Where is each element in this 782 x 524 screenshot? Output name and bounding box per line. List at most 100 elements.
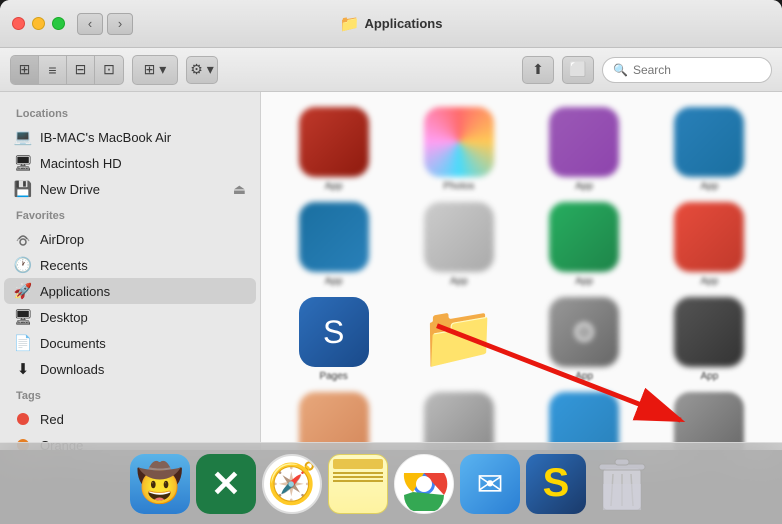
app-name: App (700, 371, 718, 382)
notes-line (333, 472, 383, 474)
list-item[interactable]: S Pages (276, 297, 391, 382)
content-area: App Photos App App App (261, 92, 782, 450)
sidebar-item-desktop[interactable]: 🖥 Desktop (4, 304, 256, 330)
list-item[interactable]: App (276, 107, 391, 192)
app-name: App (325, 181, 343, 192)
list-view-button[interactable]: ≡ (39, 56, 67, 84)
list-item[interactable]: App (652, 202, 767, 287)
sidebar-item-macintosh[interactable]: 🖥 Macintosh HD (4, 150, 256, 176)
resize-icon: ⬜ (569, 61, 586, 78)
app-icon: ⚙ (549, 297, 619, 367)
dock: 🤠 ✕ 🧭 ✉ S (0, 442, 782, 524)
list-item[interactable]: App (276, 202, 391, 287)
sidebar-item-downloads-label: Downloads (40, 362, 104, 377)
window-title-icon: 📁 (340, 14, 360, 34)
group-button[interactable]: ⊞ ▾ (133, 56, 177, 84)
safari-icon: 🧭 (267, 460, 317, 507)
red-tag-icon (14, 410, 32, 428)
sidebar-item-documents-label: Documents (40, 336, 106, 351)
excel-icon: ✕ (211, 463, 241, 505)
close-button[interactable] (12, 17, 25, 30)
applications-icon: 🚀 (14, 282, 32, 300)
folder-icon: 📁 (424, 303, 494, 373)
search-box[interactable]: 🔍 (602, 57, 772, 83)
sidebar-item-airdrop-label: AirDrop (40, 232, 84, 247)
grid-view-button[interactable]: ⊞ (11, 56, 39, 84)
dock-item-trash[interactable] (592, 454, 652, 514)
sidebar-item-applications[interactable]: 🚀 Applications (4, 278, 256, 304)
finder-icon: 🤠 (136, 462, 183, 506)
action-button[interactable]: ⚙ ▾ (186, 56, 218, 84)
app-icon (674, 107, 744, 177)
columns-view-button[interactable]: ⊟ (67, 56, 95, 84)
app-grid: App Photos App App App (261, 92, 782, 450)
app-name: App (575, 276, 593, 287)
drive-icon: 💾 (14, 180, 32, 198)
sidebar-item-recents[interactable]: 🕐 Recents (4, 252, 256, 278)
share-icon: ⬆ (532, 61, 544, 78)
sidebar-item-macbook[interactable]: 💻 IB-MAC's MacBook Air (4, 124, 256, 150)
sidebar-item-recents-label: Recents (40, 258, 88, 273)
sidebar-section-locations: Locations (0, 100, 260, 124)
size-button[interactable]: ⬜ (562, 56, 594, 84)
sidebar-item-red-label: Red (40, 412, 64, 427)
dock-item-safari[interactable]: 🧭 (262, 454, 322, 514)
app-name: Photos (443, 181, 474, 192)
group-button-group: ⊞ ▾ (132, 55, 178, 85)
eject-icon: ⏏ (233, 181, 246, 198)
forward-button[interactable]: › (107, 13, 133, 35)
sidebar-item-downloads[interactable]: ⬇ Downloads (4, 356, 256, 382)
list-item[interactable]: App (652, 107, 767, 192)
maximize-button[interactable] (52, 17, 65, 30)
sidebar-item-applications-label: Applications (40, 284, 110, 299)
notes-line (333, 476, 383, 478)
list-item[interactable]: App (527, 202, 642, 287)
app-icon (674, 297, 744, 367)
app-name: App (575, 181, 593, 192)
main-content: Locations 💻 IB-MAC's MacBook Air 🖥 Macin… (0, 92, 782, 450)
app-name: App (325, 276, 343, 287)
recents-icon: 🕐 (14, 256, 32, 274)
finder-window: ‹ › 📁 Applications ⊞ ≡ ⊟ ⊡ ⊞ ▾ ⚙ ▾ ⬆ (0, 0, 782, 450)
back-button[interactable]: ‹ (77, 13, 103, 35)
notes-line (333, 480, 383, 482)
app-icon (299, 107, 369, 177)
view-buttons-group1: ⊞ ≡ ⊟ ⊡ (10, 55, 124, 85)
dock-item-excel[interactable]: ✕ (196, 454, 256, 514)
sidebar-item-newdrive-label: New Drive (40, 182, 100, 197)
list-item[interactable]: Photos (401, 107, 516, 192)
app-icon (424, 107, 494, 177)
dock-item-chrome[interactable] (394, 454, 454, 514)
app-icon (424, 202, 494, 272)
list-item[interactable]: App (652, 297, 767, 382)
list-item[interactable]: ⚙ App (527, 297, 642, 382)
harddrive-icon: 🖥 (14, 154, 32, 172)
sidebar-item-documents[interactable]: 📄 Documents (4, 330, 256, 356)
dock-item-mail[interactable]: ✉ (460, 454, 520, 514)
search-input[interactable] (633, 63, 761, 77)
sidebar-item-newdrive[interactable]: 💾 New Drive ⏏ (4, 176, 256, 202)
dock-item-finder[interactable]: 🤠 (130, 454, 190, 514)
window-title: 📁 Applications (340, 14, 443, 34)
list-item[interactable]: App (527, 107, 642, 192)
sidebar-item-airdrop[interactable]: AirDrop (4, 226, 256, 252)
app-icon (674, 202, 744, 272)
gear-icon: ⚙ ▾ (190, 61, 213, 78)
dock-item-scrivener[interactable]: S (526, 454, 586, 514)
share-button[interactable]: ⬆ (522, 56, 554, 84)
toolbar: ⊞ ≡ ⊟ ⊡ ⊞ ▾ ⚙ ▾ ⬆ ⬜ 🔍 (0, 48, 782, 92)
desktop-icon: 🖥 (14, 308, 32, 326)
titlebar: ‹ › 📁 Applications (0, 0, 782, 48)
nav-buttons: ‹ › (77, 13, 133, 35)
list-item[interactable]: App (401, 202, 516, 287)
list-item[interactable]: 📁 (401, 297, 516, 382)
sidebar-section-tags: Tags (0, 382, 260, 406)
app-name: App (700, 276, 718, 287)
gallery-view-button[interactable]: ⊡ (95, 56, 123, 84)
minimize-button[interactable] (32, 17, 45, 30)
sidebar-item-macintosh-label: Macintosh HD (40, 156, 122, 171)
dock-item-notes[interactable] (328, 454, 388, 514)
sidebar-item-red[interactable]: Red (4, 406, 256, 432)
downloads-icon: ⬇ (14, 360, 32, 378)
app-icon (549, 107, 619, 177)
